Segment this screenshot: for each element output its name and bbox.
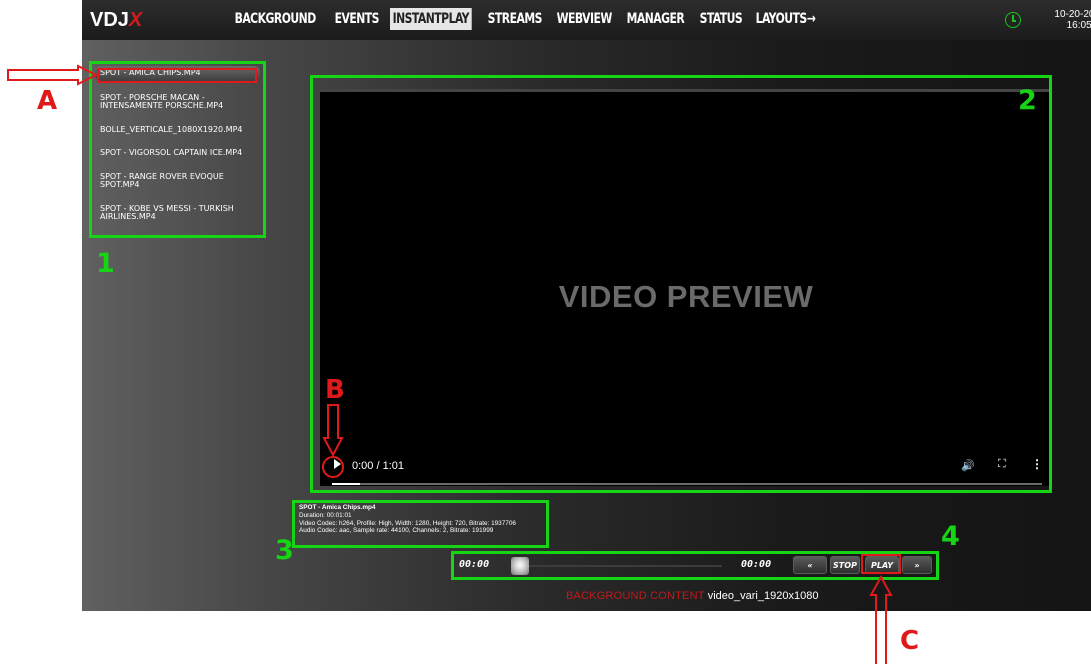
annotation-label-1: 1 — [96, 248, 115, 279]
highlight-box-b — [322, 456, 344, 478]
tab-status[interactable]: STATUS — [697, 8, 745, 30]
time-text: 16:05:5 — [1066, 20, 1091, 31]
highlight-box-3 — [292, 500, 549, 548]
annotation-label-c: C — [900, 626, 920, 656]
highlight-box-a — [97, 68, 257, 83]
highlight-box-c — [861, 554, 901, 574]
vdjx-logo: VDJX — [90, 9, 143, 31]
tab-instantplay[interactable]: INSTANTPLAY — [389, 8, 472, 30]
annotation-label-3: 3 — [275, 535, 294, 566]
tab-webview[interactable]: WEBVIEW — [554, 8, 614, 30]
highlight-box-2 — [310, 75, 1052, 493]
background-content-label: BACKGROUND CONTENT — [566, 590, 705, 602]
tab-streams[interactable]: STREAMS — [485, 8, 544, 30]
tab-events[interactable]: EVENTS — [332, 8, 382, 30]
annotation-label-a: A — [37, 86, 58, 116]
background-content-value: video_vari_1920x1080 — [707, 590, 819, 602]
highlight-box-1 — [89, 61, 266, 238]
annotation-label-b: B — [325, 375, 345, 405]
tab-manager[interactable]: MANAGER — [624, 8, 687, 30]
date-text: 10-20-202 — [1054, 9, 1091, 20]
tab-background[interactable]: BACKGROUND — [232, 8, 318, 30]
background-content-line: BACKGROUND CONTENT video_vari_1920x1080 — [566, 590, 818, 602]
main-nav: BACKGROUND EVENTS INSTANTPLAY STREAMS WE… — [232, 8, 828, 30]
annotation-label-4: 4 — [941, 521, 960, 552]
tab-layouts[interactable]: LAYOUTS→ — [753, 8, 818, 30]
annotation-label-2: 2 — [1018, 85, 1037, 116]
clock-icon — [1005, 12, 1021, 28]
datetime-display: 10-20-202 16:05:5 — [1040, 9, 1091, 31]
